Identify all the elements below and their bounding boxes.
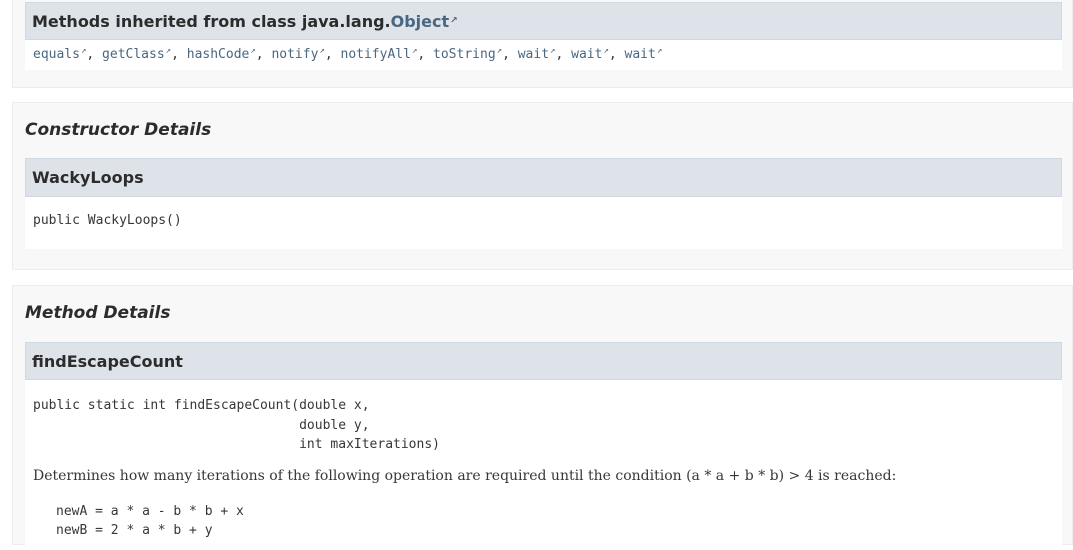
signature-line-1: public static int findEscapeCount(double… [33, 398, 370, 413]
constructor-details-section: Constructor Details WackyLoops public Wa… [12, 102, 1073, 270]
inherited-method-link[interactable]: wait [625, 47, 656, 62]
method-name: findEscapeCount [32, 351, 183, 371]
list-separator: , [324, 47, 341, 63]
list-separator: , [555, 47, 572, 63]
list-separator: , [171, 47, 187, 63]
inherited-heading-prefix: Methods inherited from class java.lang. [32, 11, 391, 31]
external-link-icon: ↗ [656, 46, 663, 56]
method-name-heading: findEscapeCount [25, 342, 1062, 380]
constructor-name-heading: WackyLoops [25, 158, 1062, 197]
inherited-method-link[interactable]: equals [33, 47, 80, 62]
list-separator: , [608, 47, 625, 63]
method-description: Determines how many iterations of the fo… [33, 468, 897, 484]
signature-line-2: double y, [33, 417, 370, 433]
inherited-method-link[interactable]: hashCode [187, 47, 250, 62]
method-code-example: newA = a * a - b * b + x newB = 2 * a * … [56, 502, 244, 540]
list-separator: , [86, 47, 103, 63]
inherited-methods-list: equals↗, getClass↗, hashCode↗, notify↗, … [25, 40, 1062, 70]
method-details-section: Method Details findEscapeCount public st… [12, 285, 1073, 550]
inherited-method-link[interactable]: notify [271, 47, 318, 62]
inherited-methods-heading: Methods inherited from class java.lang. … [25, 2, 1062, 40]
list-separator: , [255, 47, 272, 63]
constructor-body: public WackyLoops() [25, 197, 1062, 249]
method-details-title: Method Details [25, 303, 171, 323]
constructor-details-title: Constructor Details [25, 120, 212, 140]
inherited-method-link[interactable]: notifyAll [341, 47, 411, 62]
constructor-name: WackyLoops [32, 168, 144, 187]
constructor-signature: public WackyLoops() [33, 213, 182, 228]
object-class-link[interactable]: Object [391, 12, 450, 31]
inherited-method-link[interactable]: getClass [102, 47, 165, 62]
inherited-method-link[interactable]: toString [433, 47, 496, 62]
signature-line-3: int maxIterations) [33, 437, 440, 452]
code-line-2: newB = 2 * a * b + y [56, 523, 213, 538]
inherited-method-link[interactable]: wait [518, 47, 549, 62]
code-line-1: newA = a * a - b * b + x [56, 504, 244, 519]
inherited-methods-section: Methods inherited from class java.lang. … [12, 0, 1073, 88]
list-separator: , [417, 47, 434, 63]
method-body: public static int findEscapeCount(double… [25, 380, 1062, 550]
external-link-icon: ↗ [450, 16, 458, 26]
inherited-method-link[interactable]: wait [571, 47, 602, 62]
method-signature: public static int findEscapeCount(double… [33, 396, 440, 455]
list-separator: , [502, 47, 518, 63]
